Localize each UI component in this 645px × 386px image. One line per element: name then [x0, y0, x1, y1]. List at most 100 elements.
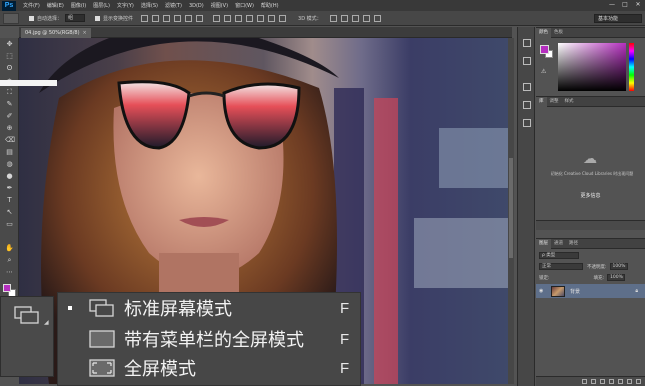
distribute-bottom-icon[interactable]: [235, 14, 243, 22]
tab-color[interactable]: 颜色: [536, 27, 551, 38]
add-mask-icon[interactable]: [600, 379, 605, 384]
layers-panel-tabs: 图层 通道 路径: [536, 238, 645, 249]
align-bottom-icon[interactable]: [163, 14, 171, 22]
shape-tool-icon[interactable]: ▭: [5, 220, 14, 229]
dodge-tool-icon[interactable]: ●: [5, 172, 14, 181]
distribute-middle-icon[interactable]: [224, 14, 232, 22]
distribute-top-icon[interactable]: [213, 14, 221, 22]
align-middle-icon[interactable]: [152, 14, 160, 22]
distribute-center-icon[interactable]: [257, 14, 265, 22]
tab-adjustments[interactable]: 调整: [547, 97, 562, 107]
menu-image[interactable]: 图像(I): [71, 2, 86, 9]
maximize-button[interactable]: □: [620, 1, 630, 9]
menu-layer[interactable]: 图层(L): [93, 2, 110, 9]
tab-paths[interactable]: 路径: [566, 239, 581, 249]
menu-select[interactable]: 选择(S): [141, 2, 158, 9]
layer-kind-filter[interactable]: ρ 类型: [539, 252, 579, 259]
close-window-button[interactable]: ✕: [633, 1, 643, 9]
menu-filter[interactable]: 滤镜(T): [165, 2, 182, 9]
type-tool-icon[interactable]: T: [5, 196, 14, 205]
menu-type[interactable]: 文字(Y): [117, 2, 134, 9]
layer-style-icon[interactable]: [591, 379, 596, 384]
screen-mode-underline: [0, 80, 57, 86]
move-tool-icon[interactable]: ✥: [5, 40, 14, 49]
align-top-icon[interactable]: [141, 14, 149, 22]
gamut-warning-icon[interactable]: ⚠: [541, 68, 546, 75]
align-right-icon[interactable]: [196, 14, 204, 22]
close-document-icon[interactable]: ×: [83, 30, 87, 36]
menu-file[interactable]: 文件(F): [23, 2, 40, 9]
hue-slider[interactable]: [629, 43, 634, 91]
menu-window[interactable]: 窗口(W): [235, 2, 254, 9]
hand-tool-icon[interactable]: ✋: [5, 244, 14, 253]
auto-align-icon[interactable]: [279, 14, 287, 22]
canvas-scroll-thumb[interactable]: [509, 158, 513, 258]
tab-layers[interactable]: 图层: [536, 238, 551, 249]
slide-3d-icon[interactable]: [362, 14, 370, 22]
blur-tool-icon[interactable]: ◍: [5, 160, 14, 169]
menu-item-fullscreen-with-menubar[interactable]: 带有菜单栏的全屏模式 F: [58, 326, 362, 352]
auto-select-checkbox[interactable]: [29, 15, 34, 21]
pen-tool-icon[interactable]: ✒: [5, 184, 14, 193]
tab-swatches[interactable]: 色板: [551, 28, 566, 38]
new-group-icon[interactable]: [618, 379, 623, 384]
menu-edit[interactable]: 编辑(E): [47, 2, 64, 9]
menu-item-fullscreen-mode[interactable]: 全屏模式 F: [58, 355, 362, 381]
clone-stamp-tool-icon[interactable]: ⊕: [5, 124, 14, 133]
drag-3d-icon[interactable]: [351, 14, 359, 22]
selected-bullet-icon: [68, 306, 72, 310]
menu-3d[interactable]: 3D(D): [189, 3, 204, 9]
menu-help[interactable]: 帮助(H): [261, 2, 279, 9]
foreground-color-swatch[interactable]: [3, 284, 11, 292]
menu-item-standard-screen-mode[interactable]: 标准屏幕模式 F: [58, 295, 362, 321]
scale-3d-icon[interactable]: [373, 14, 381, 22]
more-tools-icon[interactable]: ⋯: [5, 268, 14, 277]
tab-channels[interactable]: 通道: [551, 239, 566, 249]
workspace-dropdown[interactable]: 基本功能: [594, 14, 642, 23]
delete-layer-icon[interactable]: [636, 379, 641, 384]
roll-3d-icon[interactable]: [340, 14, 348, 22]
auto-select-dropdown[interactable]: 组: [65, 14, 86, 22]
lasso-tool-icon[interactable]: ʘ: [5, 64, 14, 73]
tool-preset-picker[interactable]: [3, 12, 19, 24]
fill-field[interactable]: 100%: [607, 274, 626, 281]
path-select-tool-icon[interactable]: ↖: [5, 208, 14, 217]
eyedropper-tool-icon[interactable]: ✎: [5, 100, 14, 109]
panel-foreground-swatch[interactable]: [540, 45, 549, 54]
menu-view[interactable]: 视图(V): [211, 2, 228, 9]
new-layer-icon[interactable]: [627, 379, 632, 384]
marquee-tool-icon[interactable]: ⬚: [5, 52, 14, 61]
crop-tool-icon[interactable]: ⛶: [5, 88, 14, 97]
screen-mode-button[interactable]: ◢: [0, 296, 54, 377]
menu-item-label: 标准屏幕模式: [124, 299, 232, 320]
rotate-3d-icon[interactable]: [329, 14, 337, 22]
healing-brush-tool-icon[interactable]: ✐: [5, 112, 14, 121]
align-left-icon[interactable]: [174, 14, 182, 22]
fullscreen-icon: [89, 359, 115, 377]
zoom-tool-icon[interactable]: ⌕: [5, 256, 14, 265]
visibility-eye-icon[interactable]: ◉: [539, 288, 547, 294]
layer-row[interactable]: ◉ 背景 🔒︎: [536, 284, 645, 298]
history-panel-icon[interactable]: [523, 39, 531, 47]
distribute-left-icon[interactable]: [246, 14, 254, 22]
link-layers-icon[interactable]: [582, 379, 587, 384]
align-center-icon[interactable]: [185, 14, 193, 22]
paragraph-panel-icon[interactable]: [523, 119, 531, 127]
brush-panel-icon[interactable]: [523, 83, 531, 91]
eraser-tool-icon[interactable]: ⌫: [5, 136, 15, 145]
show-transform-checkbox[interactable]: [95, 15, 101, 21]
color-picker-field[interactable]: [558, 43, 626, 91]
tab-libraries[interactable]: 库: [536, 96, 547, 107]
canvas-scrollbar[interactable]: [508, 38, 514, 384]
adjustment-layer-icon[interactable]: [609, 379, 614, 384]
distribute-right-icon[interactable]: [268, 14, 276, 22]
opacity-field[interactable]: 100%: [609, 263, 628, 270]
more-info-link[interactable]: 更多信息: [536, 192, 645, 199]
blend-mode-dropdown[interactable]: 正常: [539, 263, 583, 270]
gradient-tool-icon[interactable]: ▤: [5, 148, 14, 157]
character-panel-icon[interactable]: [523, 101, 531, 109]
minimize-button[interactable]: —: [607, 1, 617, 9]
properties-panel-icon[interactable]: [523, 57, 531, 65]
tab-styles[interactable]: 样式: [562, 97, 577, 107]
document-tab[interactable]: 04.jpg @ 50%(RGB/8) ×: [21, 28, 91, 38]
